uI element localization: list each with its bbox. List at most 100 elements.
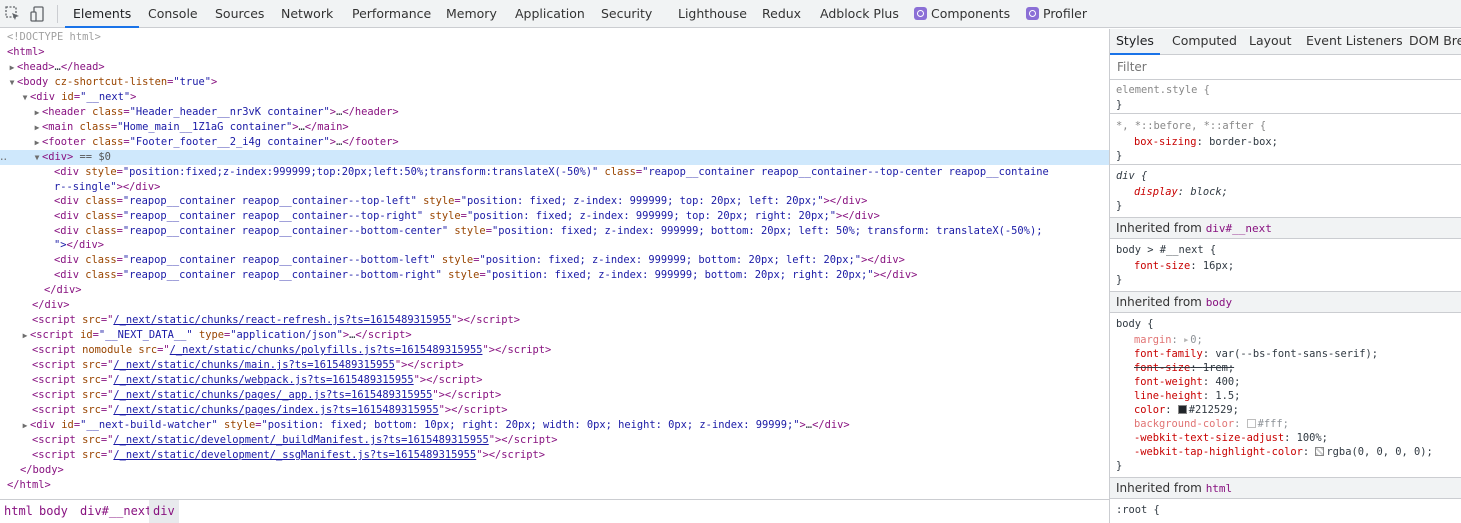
reapop-row[interactable]: <div class="reapop__container reapop__co…	[54, 268, 1109, 283]
doctype-node[interactable]: <!DOCTYPE html>	[7, 30, 1109, 45]
expand-triangle-icon[interactable]: ▶	[1184, 333, 1188, 347]
breadcrumb-div-next[interactable]: div#__next	[76, 500, 156, 523]
html-node[interactable]: <html>	[7, 45, 1109, 60]
inherited-selector-link[interactable]: body	[1206, 296, 1233, 309]
tab-computed[interactable]: Computed	[1172, 29, 1237, 55]
root-selector[interactable]: :root {	[1116, 503, 1160, 517]
breadcrumb-div[interactable]: div	[149, 500, 179, 523]
script-node[interactable]: <script nomodule src="/_next/static/chun…	[32, 343, 1109, 358]
line-height-declaration[interactable]: line-height: 1.5;	[1134, 389, 1240, 403]
next-selector[interactable]: body > #__next {	[1116, 243, 1216, 257]
tab-console[interactable]: Console	[148, 0, 198, 28]
expand-arrow-icon[interactable]: ▶	[7, 60, 17, 75]
div-close-tag[interactable]: </div>	[44, 283, 1109, 298]
tab-dom-breakpoints[interactable]: DOM Brea	[1409, 29, 1461, 55]
tab-application[interactable]: Application	[515, 0, 585, 28]
breadcrumb-body[interactable]: body	[35, 500, 72, 523]
script-node[interactable]: <script src="/_next/static/chunks/react-…	[32, 313, 1109, 328]
tab-profiler[interactable]: Profiler	[1026, 0, 1087, 28]
expand-arrow-icon[interactable]: ▶	[32, 105, 42, 120]
collapse-arrow-icon[interactable]: ▼	[32, 150, 42, 165]
script-src-link[interactable]: /_next/static/development/_buildManifest…	[113, 434, 488, 446]
expand-arrow-icon[interactable]: ▶	[20, 418, 30, 433]
tab-sources[interactable]: Sources	[215, 0, 264, 28]
color-declaration[interactable]: color: #212529;	[1134, 403, 1239, 417]
div-next-node[interactable]: ▼ <div id="__next">	[20, 90, 1109, 105]
script-node[interactable]: <script src="/_next/static/development/_…	[32, 433, 1109, 448]
header-node[interactable]: ▶ <header class="Header_header__nr3vK con…	[32, 105, 1109, 120]
tab-redux[interactable]: Redux	[762, 0, 801, 28]
element-style-selector[interactable]: element.style {	[1116, 83, 1210, 97]
more-dots-icon[interactable]: ‥	[0, 150, 7, 165]
tab-styles[interactable]: Styles	[1110, 29, 1160, 55]
font-family-declaration[interactable]: font-family: var(--bs-font-sans-serif);	[1134, 347, 1378, 361]
color-swatch-icon[interactable]	[1246, 419, 1256, 428]
box-sizing-declaration[interactable]: box-sizing: border-box;	[1134, 135, 1278, 149]
tab-event-listeners[interactable]: Event Listeners	[1306, 29, 1403, 55]
script-node[interactable]: <script src="/_next/static/chunks/pages/…	[32, 388, 1109, 403]
color-swatch-icon[interactable]	[1177, 405, 1187, 414]
script-src-link[interactable]: /_next/static/chunks/pages/index.js?ts=1…	[113, 404, 438, 416]
font-size-overridden-declaration[interactable]: font-size: 1rem;	[1134, 361, 1234, 375]
text-size-adjust-declaration[interactable]: -webkit-text-size-adjust: 100%;	[1134, 431, 1328, 445]
margin-declaration[interactable]: margin: ▶ 0;	[1134, 333, 1203, 347]
reapop-row[interactable]: <div class="reapop__container reapop__co…	[54, 253, 1109, 268]
elements-tree[interactable]: <!DOCTYPE html> <html> ▶ <head>…</head> ▼…	[0, 29, 1109, 498]
body-close-tag[interactable]: </body>	[20, 463, 1109, 478]
tab-adblock-plus[interactable]: Adblock Plus	[820, 0, 899, 28]
inherited-selector-link[interactable]: div#__next	[1206, 222, 1272, 235]
script-node[interactable]: <script src="/_next/static/chunks/webpac…	[32, 373, 1109, 388]
head-node[interactable]: ▶ <head>…</head>	[7, 60, 1109, 75]
main-node[interactable]: ▶ <main class="Home_main__1Z1aG container…	[32, 120, 1109, 135]
html-close-tag[interactable]: </html>	[7, 478, 1109, 493]
div-next-close-tag[interactable]: </div>	[32, 298, 1109, 313]
universal-selector[interactable]: *, *::before, *::after {	[1116, 119, 1266, 133]
html-open-tag: <html>	[7, 46, 45, 58]
expand-arrow-icon[interactable]: ▶	[20, 328, 30, 343]
tab-security[interactable]: Security	[601, 0, 652, 28]
font-size-declaration[interactable]: font-size: 16px;	[1134, 259, 1234, 273]
reapop-row[interactable]: <div class="reapop__container reapop__co…	[54, 194, 1109, 209]
filter-input[interactable]	[1117, 56, 1447, 78]
body-node[interactable]: ▼ <body cz-shortcut-listen="true">	[7, 75, 1109, 90]
body-selector[interactable]: body {	[1116, 317, 1154, 331]
script-src-link[interactable]: /_next/static/chunks/webpack.js?ts=16154…	[113, 374, 413, 386]
selected-div-node[interactable]: ‥ ▼ <div> == $0	[0, 150, 1109, 165]
script-src-link[interactable]: /_next/static/chunks/main.js?ts=16154893…	[113, 359, 395, 371]
color-swatch-icon[interactable]	[1315, 447, 1325, 456]
reapop-row[interactable]: <div class="reapop__container reapop__co…	[54, 224, 1109, 239]
build-watcher-node[interactable]: ▶ <div id="__next-build-watcher" style="p…	[20, 418, 1109, 433]
expand-arrow-icon[interactable]: ▶	[32, 120, 42, 135]
reapop-single-node[interactable]: <div style="position:fixed;z-index:99999…	[54, 165, 1109, 180]
tap-highlight-declaration[interactable]: -webkit-tap-highlight-color: rgba(0, 0, …	[1134, 445, 1433, 459]
script-next-data-node[interactable]: ▶ <script id="__NEXT_DATA__" type="applic…	[20, 328, 1109, 343]
tab-network[interactable]: Network	[281, 0, 333, 28]
script-src-link[interactable]: /_next/static/chunks/polyfills.js?ts=161…	[170, 344, 483, 356]
reapop-row[interactable]: <div class="reapop__container reapop__co…	[54, 209, 1109, 224]
tab-elements[interactable]: Elements	[65, 0, 140, 28]
device-toolbar-icon[interactable]	[29, 5, 47, 23]
tab-layout[interactable]: Layout	[1249, 29, 1292, 55]
tab-lighthouse[interactable]: Lighthouse	[678, 0, 747, 28]
script-node[interactable]: <script src="/_next/static/chunks/main.j…	[32, 358, 1109, 373]
script-node[interactable]: <script src="/_next/static/development/_…	[32, 448, 1109, 463]
collapse-arrow-icon[interactable]: ▼	[7, 75, 17, 90]
reapop-single-wrap: r--single"></div>	[54, 181, 161, 193]
tab-performance[interactable]: Performance	[352, 0, 431, 28]
div-ua-selector[interactable]: div {	[1116, 169, 1147, 183]
display-declaration[interactable]: display: block;	[1134, 185, 1228, 199]
inspect-element-icon[interactable]	[4, 5, 22, 23]
script-src-link[interactable]: /_next/static/chunks/react-refresh.js?ts…	[113, 314, 451, 326]
tab-components[interactable]: Components	[914, 0, 1010, 28]
script-src-link[interactable]: /_next/static/chunks/pages/_app.js?ts=16…	[113, 389, 432, 401]
collapse-arrow-icon[interactable]: ▼	[20, 90, 30, 105]
inherited-selector-link[interactable]: html	[1206, 482, 1233, 495]
script-src-link[interactable]: /_next/static/development/_ssgManifest.j…	[113, 449, 476, 461]
tab-memory[interactable]: Memory	[446, 0, 497, 28]
footer-node[interactable]: ▶ <footer class="Footer_footer__2_i4g con…	[32, 135, 1109, 150]
font-weight-declaration[interactable]: font-weight: 400;	[1134, 375, 1240, 389]
expand-arrow-icon[interactable]: ▶	[32, 135, 42, 150]
breadcrumb-html[interactable]: html	[0, 500, 37, 523]
script-node[interactable]: <script src="/_next/static/chunks/pages/…	[32, 403, 1109, 418]
background-color-declaration[interactable]: background-color: #fff;	[1134, 417, 1289, 431]
